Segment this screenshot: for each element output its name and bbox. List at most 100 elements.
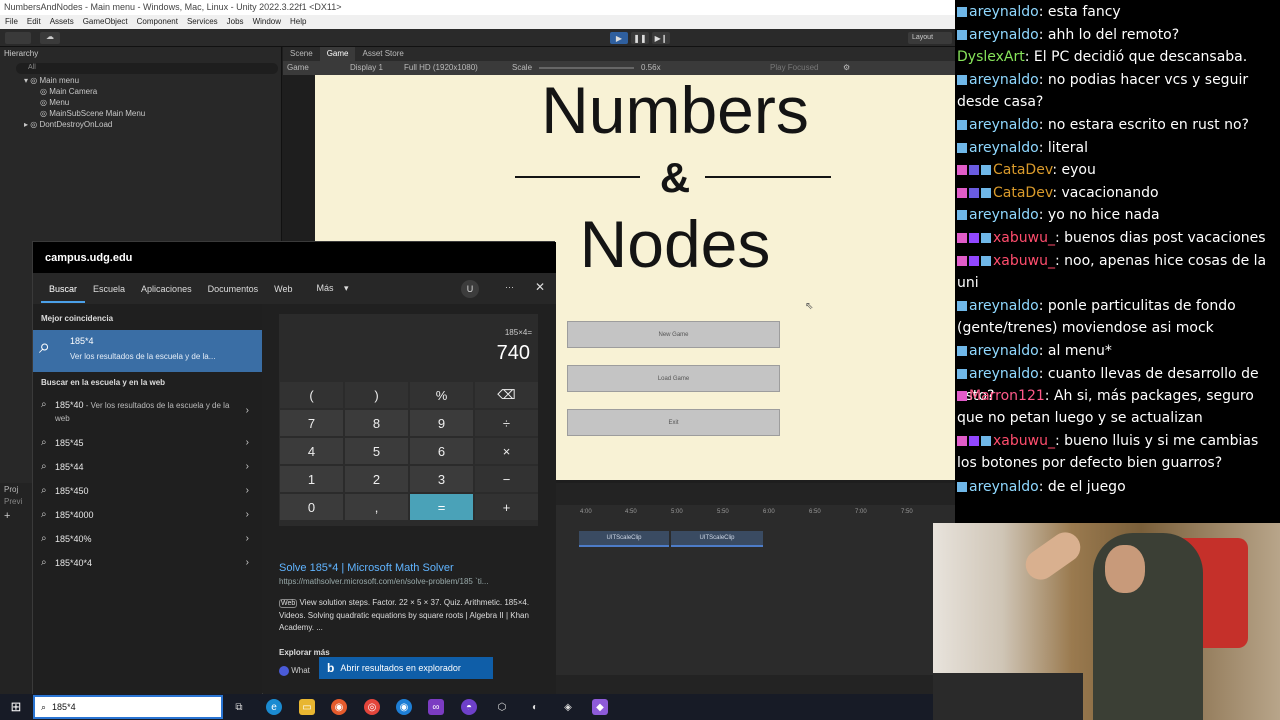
cloud-icon[interactable]: ☁ [40, 32, 60, 44]
chat-username[interactable]: CataDev [993, 185, 1052, 201]
account-dropdown[interactable] [5, 32, 31, 44]
menu-assets[interactable]: Assets [50, 17, 74, 27]
resolution-dropdown[interactable]: Full HD (1920x1080) [404, 63, 478, 72]
github-icon[interactable]: ◓ [461, 699, 477, 715]
calc-key[interactable]: 4 [280, 438, 343, 464]
chat-username[interactable]: CataDev [993, 162, 1052, 178]
menu-services[interactable]: Services [187, 17, 218, 27]
calc-key[interactable]: ) [345, 382, 408, 408]
tab-preview[interactable]: Previ [4, 497, 22, 506]
tab-escuela[interactable]: Escuela [85, 284, 133, 294]
timeline-clip[interactable]: UITScaleClip [579, 531, 669, 547]
chat-username[interactable]: areynaldo [969, 343, 1039, 359]
load-game-button[interactable]: Load Game [567, 365, 780, 392]
unity-hub-icon[interactable]: ⬡ [494, 699, 510, 715]
chat-username[interactable]: xabuwu_ [993, 433, 1055, 449]
chat-username[interactable]: areynaldo [969, 207, 1039, 223]
taskbar-search-input[interactable]: ⌕ 185*4 [33, 695, 223, 719]
chat-username[interactable]: xabuwu_ [993, 253, 1055, 269]
add-icon[interactable]: + [4, 510, 10, 522]
firefox-dev-icon[interactable]: ◉ [396, 699, 412, 715]
calc-key[interactable]: 3 [410, 466, 473, 492]
windows-start-icon[interactable]: ⊞ [8, 699, 24, 715]
tab-project[interactable]: Proj [4, 485, 18, 494]
timeline-clip[interactable]: UITScaleClip [671, 531, 763, 547]
chat-username[interactable]: areynaldo [969, 298, 1039, 314]
calc-key[interactable]: ( [280, 382, 343, 408]
chrome-icon[interactable]: ◎ [364, 699, 380, 715]
close-icon[interactable]: ✕ [527, 280, 553, 294]
explore-item[interactable]: What [279, 666, 310, 676]
visual-studio-icon[interactable]: ∞ [428, 699, 444, 715]
calc-key[interactable]: ⌫ [475, 382, 538, 408]
best-match-item[interactable]: ⌕ 185*4 Ver los resultados de la escuela… [33, 330, 262, 372]
obs-icon[interactable]: ◐ [527, 699, 543, 715]
result-item[interactable]: ⌕ 185*40% › [41, 533, 253, 544]
tab-aplicaciones[interactable]: Aplicaciones [133, 284, 200, 294]
play-button[interactable]: ▶ [610, 32, 628, 44]
hierarchy-item-main-menu[interactable]: ▾ ◎ Main menu [24, 76, 79, 85]
new-game-button[interactable]: New Game [567, 321, 780, 348]
calc-key[interactable]: 7 [280, 410, 343, 436]
result-item[interactable]: ⌕ 185*45 › [41, 437, 253, 448]
unity-icon[interactable]: ◈ [560, 699, 576, 715]
chat-username[interactable]: areynaldo [969, 72, 1039, 88]
timeline-ruler[interactable]: 4:00 4:50 5:00 5:50 6:00 6:50 7:00 7:50 [555, 509, 955, 521]
chat-username[interactable]: areynaldo [969, 479, 1039, 495]
result-item[interactable]: ⌕ 185*40 - Ver los resultados de la escu… [41, 399, 253, 427]
tab-mas[interactable]: Más ▾ [300, 283, 356, 294]
menu-gameobject[interactable]: GameObject [83, 17, 128, 27]
tab-asset-store[interactable]: Asset Store [355, 47, 410, 61]
hierarchy-item-subscene[interactable]: ◎ MainSubScene Main Menu [40, 109, 145, 118]
calc-key[interactable]: , [345, 494, 408, 520]
calc-key[interactable]: × [475, 438, 538, 464]
chat-username[interactable]: areynaldo [969, 117, 1039, 133]
chat-username[interactable]: areynaldo [969, 140, 1039, 156]
exit-button[interactable]: Exit [567, 409, 780, 436]
firefox-icon[interactable]: ◉ [331, 699, 347, 715]
chat-username[interactable]: Marron121 [969, 388, 1045, 404]
result-item[interactable]: ⌕ 185*450 › [41, 485, 253, 496]
edge-icon[interactable]: e [266, 699, 282, 715]
menu-component[interactable]: Component [137, 17, 178, 27]
menu-edit[interactable]: Edit [27, 17, 41, 27]
menu-jobs[interactable]: Jobs [227, 17, 244, 27]
calc-key[interactable]: 1 [280, 466, 343, 492]
calc-key[interactable]: % [410, 382, 473, 408]
menu-window[interactable]: Window [253, 17, 281, 27]
hierarchy-tab[interactable]: Hierarchy [0, 47, 281, 60]
pause-button[interactable]: ❚❚ [631, 32, 649, 44]
hierarchy-search[interactable]: All [16, 63, 278, 74]
calc-key[interactable]: − [475, 466, 538, 492]
file-explorer-icon[interactable]: ▭ [299, 699, 315, 715]
calc-key[interactable]: 8 [345, 410, 408, 436]
calc-key[interactable]: 5 [345, 438, 408, 464]
more-icon[interactable]: ⋯ [497, 282, 522, 293]
hierarchy-item-dontdestroyonload[interactable]: ▸ ◎ DontDestroyOnLoad [24, 120, 112, 129]
result-item[interactable]: ⌕ 185*4000 › [41, 509, 253, 520]
play-focused-dropdown[interactable]: Play Focused [770, 63, 818, 72]
chat-username[interactable]: DyslexArt [957, 49, 1025, 65]
step-button[interactable]: ▶❙ [652, 32, 670, 44]
avatar[interactable]: U [461, 280, 479, 298]
game-mode-dropdown[interactable]: Game [287, 63, 309, 72]
tab-scene[interactable]: Scene [283, 47, 320, 61]
chat-username[interactable]: xabuwu_ [993, 230, 1055, 246]
menu-help[interactable]: Help [290, 17, 306, 27]
calc-key[interactable]: 6 [410, 438, 473, 464]
menu-file[interactable]: File [5, 17, 18, 27]
task-view-icon[interactable]: ⧉ [231, 699, 247, 715]
layout-dropdown[interactable]: Layout [908, 32, 952, 44]
calc-key[interactable]: 2 [345, 466, 408, 492]
calc-key[interactable]: ÷ [475, 410, 538, 436]
tab-buscar[interactable]: Buscar [41, 284, 86, 303]
tab-game[interactable]: Game [319, 47, 356, 61]
tab-web[interactable]: Web [266, 284, 300, 294]
app-icon[interactable]: ◆ [592, 699, 608, 715]
chat-username[interactable]: areynaldo [969, 4, 1039, 20]
scale-slider[interactable] [539, 67, 634, 69]
result-item[interactable]: ⌕ 185*40*4 › [41, 557, 253, 568]
math-solver-link[interactable]: Solve 185*4 | Microsoft Math Solver [279, 562, 454, 574]
calc-key[interactable]: 0 [280, 494, 343, 520]
tab-documentos[interactable]: Documentos [200, 284, 267, 294]
